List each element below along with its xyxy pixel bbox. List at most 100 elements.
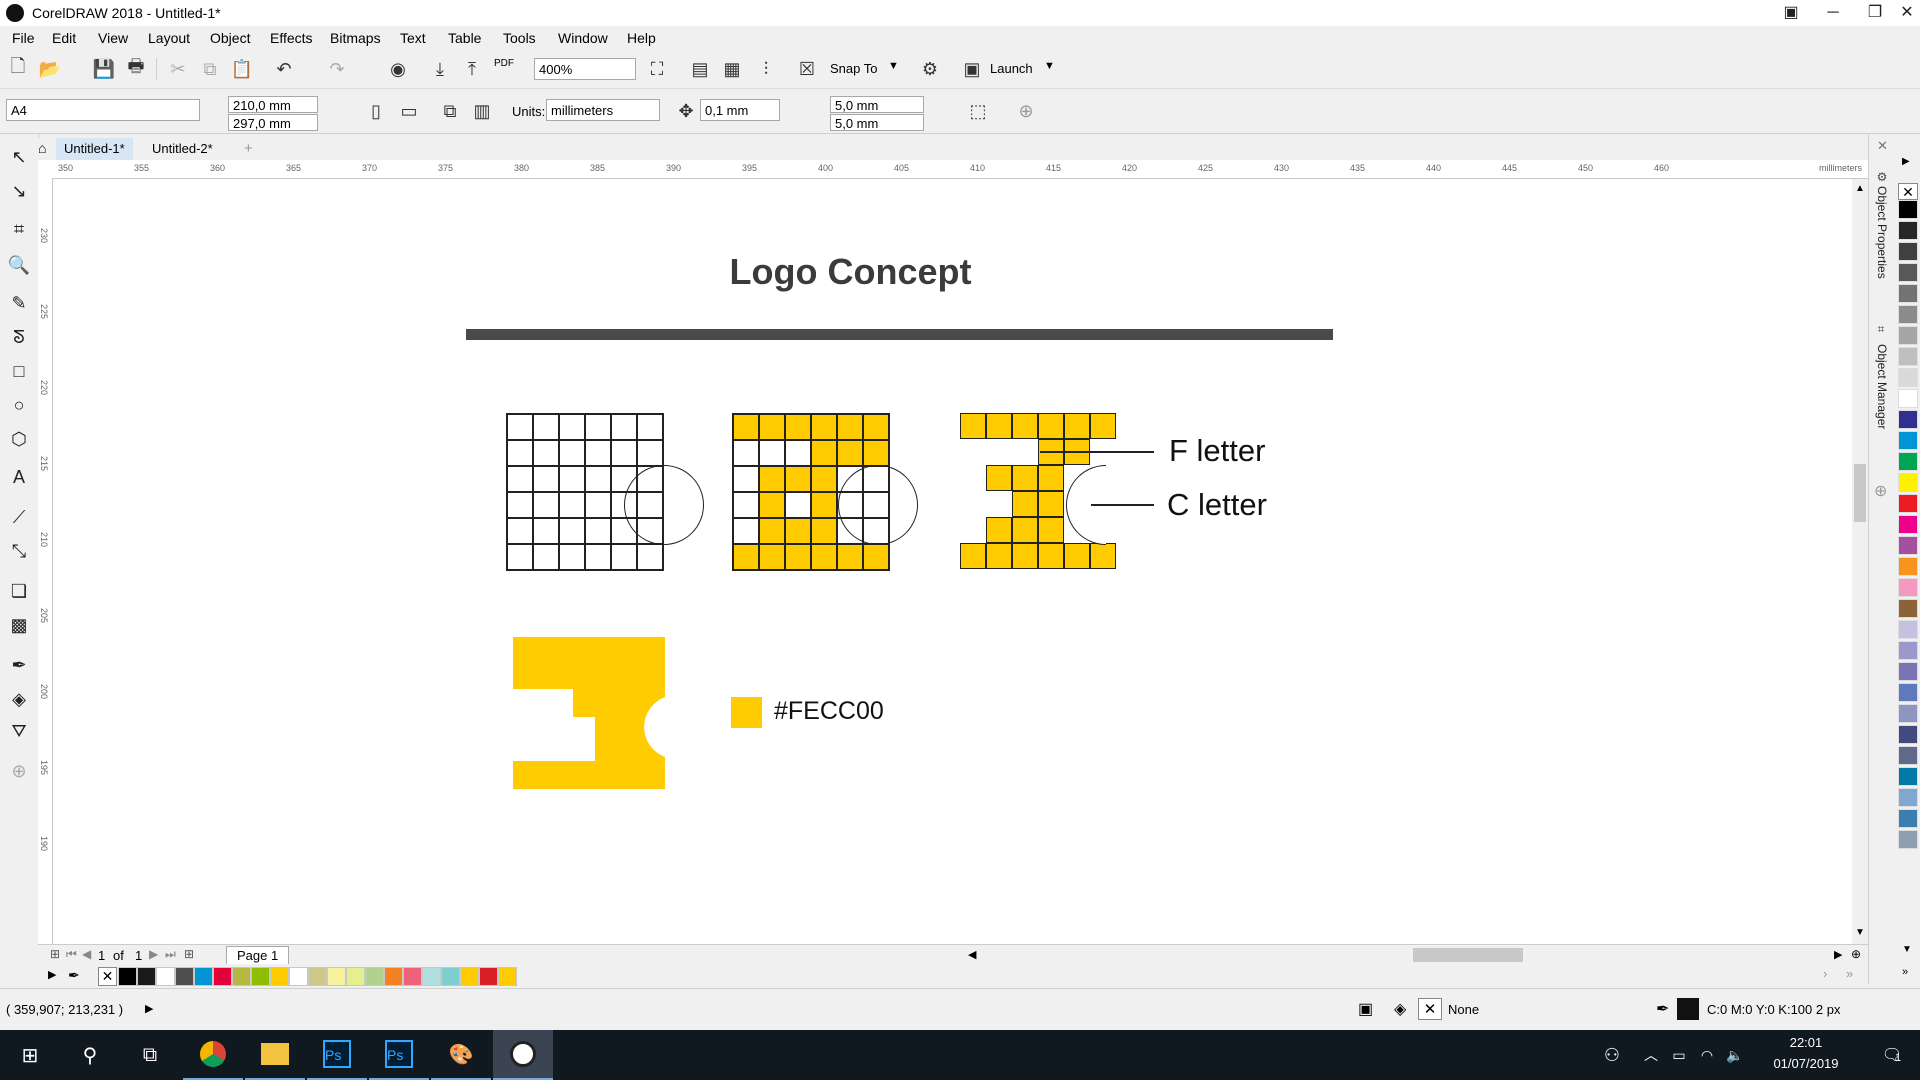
task-view-icon[interactable]: ⧉: [120, 1030, 180, 1080]
palette-swatch[interactable]: [175, 967, 194, 986]
zoom-tool-icon[interactable]: 🔍: [6, 252, 32, 278]
palette-swatch[interactable]: [327, 967, 346, 986]
palette-swatch[interactable]: [346, 967, 365, 986]
palette-swatch[interactable]: [1898, 704, 1918, 723]
chevron-down-icon[interactable]: ▼: [888, 60, 899, 72]
palette-expand-down-icon[interactable]: »: [1902, 966, 1908, 978]
file-explorer-icon[interactable]: [245, 1030, 305, 1080]
h-scroll-thumb[interactable]: [1413, 948, 1523, 962]
palette-swatch[interactable]: [289, 967, 308, 986]
page-height-field[interactable]: 297,0 mm: [228, 114, 318, 131]
add-tool-icon[interactable]: ⊕: [6, 758, 32, 784]
palette-swatch[interactable]: [1898, 242, 1918, 261]
all-pages-icon[interactable]: ⧉: [438, 99, 462, 123]
ellipse-tool-icon[interactable]: ○: [6, 392, 32, 418]
close-docker-icon[interactable]: ✕: [1877, 138, 1888, 154]
menu-object[interactable]: Object: [210, 30, 250, 46]
no-color-swatch[interactable]: ✕: [98, 967, 117, 986]
palette-swatch[interactable]: [1898, 578, 1918, 597]
palette-swatch[interactable]: [156, 967, 175, 986]
import-icon[interactable]: ⤓: [428, 57, 452, 81]
page-1-tab[interactable]: Page 1: [226, 946, 290, 964]
rectangle-tool-icon[interactable]: □: [6, 358, 32, 384]
palette-swatch[interactable]: [1898, 389, 1918, 408]
palette-swatch[interactable]: [137, 967, 156, 986]
palette-swatch[interactable]: [422, 967, 441, 986]
corel-painter-icon[interactable]: 🎨: [431, 1030, 491, 1080]
palette-swatch[interactable]: [479, 967, 498, 986]
palette-swatch[interactable]: [232, 967, 251, 986]
nudge-distance-field[interactable]: 0,1 mm: [700, 99, 780, 121]
palette-swatch[interactable]: [384, 967, 403, 986]
scroll-right-icon[interactable]: ▶: [1834, 948, 1842, 961]
show-hidden-icons-icon[interactable]: ︿: [1636, 1030, 1666, 1080]
print-icon[interactable]: 🖶: [124, 56, 148, 81]
palette-swatch[interactable]: [1898, 515, 1918, 534]
parallel-dimension-icon[interactable]: ⟋: [6, 504, 32, 530]
palette-swatch[interactable]: [1898, 536, 1918, 555]
volume-icon[interactable]: 🔈: [1720, 1030, 1750, 1080]
zoom-navigator-icon[interactable]: ⊕: [1851, 947, 1861, 961]
palette-swatch[interactable]: [1898, 557, 1918, 576]
palette-scroll-right-icon[interactable]: ›: [1823, 966, 1827, 981]
duplicate-y-field[interactable]: 5,0 mm: [830, 114, 924, 131]
text-tool-icon[interactable]: A: [6, 464, 32, 490]
palette-swatch[interactable]: [1898, 641, 1918, 660]
palette-swatch[interactable]: [1898, 725, 1918, 744]
wifi-icon[interactable]: ◠: [1692, 1030, 1722, 1080]
palette-swatch[interactable]: [1898, 200, 1918, 219]
new-document-icon[interactable]: 🗋: [6, 56, 30, 81]
palette-swatch[interactable]: [460, 967, 479, 986]
shape-tool-icon[interactable]: ↘: [6, 178, 32, 204]
palette-swatch[interactable]: [1898, 494, 1918, 513]
photoshop-icon-2[interactable]: Ps: [369, 1030, 429, 1080]
palette-swatch[interactable]: [1898, 683, 1918, 702]
landscape-icon[interactable]: ▭: [397, 99, 421, 123]
clock-date[interactable]: 01/07/2019: [1766, 1056, 1846, 1071]
pick-tool-icon[interactable]: ↖: [6, 144, 32, 170]
page-size-select[interactable]: A4: [6, 99, 200, 121]
open-icon[interactable]: 📂: [38, 57, 62, 81]
connector-tool-icon[interactable]: ⤡: [6, 538, 32, 564]
palette-swatch[interactable]: [251, 967, 270, 986]
palette-swatch[interactable]: [1898, 452, 1918, 471]
palette-options-icon[interactable]: ▶: [1902, 156, 1910, 167]
help-image-icon[interactable]: ▣: [1768, 0, 1814, 26]
palette-swatch[interactable]: [1898, 830, 1918, 849]
scroll-up-icon[interactable]: ▲: [1855, 183, 1865, 194]
launch-button[interactable]: Launch: [990, 61, 1033, 76]
menu-table[interactable]: Table: [448, 30, 481, 46]
search-content-icon[interactable]: ◉: [386, 57, 410, 81]
clock-time[interactable]: 22:01: [1766, 1035, 1846, 1050]
publish-pdf-button[interactable]: PDF: [494, 58, 514, 69]
menu-window[interactable]: Window: [558, 30, 608, 46]
palette-swatch[interactable]: [1898, 599, 1918, 618]
palette-swatch[interactable]: [403, 967, 422, 986]
polygon-tool-icon[interactable]: ⬡: [6, 426, 32, 452]
tab-untitled-2[interactable]: Untitled-2*: [144, 138, 221, 160]
add-icon[interactable]: ⊕: [1014, 99, 1038, 123]
people-icon[interactable]: ⚇: [1582, 1030, 1642, 1080]
crop-tool-icon[interactable]: ⌗: [6, 216, 32, 242]
interactive-fill-icon[interactable]: ◈: [6, 686, 32, 712]
next-page-icon[interactable]: ▶: [149, 947, 158, 961]
search-icon[interactable]: ⚲: [60, 1030, 120, 1080]
palette-swatch[interactable]: [1898, 809, 1918, 828]
menu-text[interactable]: Text: [400, 30, 426, 46]
copy-icon[interactable]: ⧉: [198, 57, 222, 81]
eyedropper-icon[interactable]: ✒: [68, 967, 80, 984]
chevron-down-icon[interactable]: ▼: [1044, 60, 1055, 72]
notifications-icon[interactable]: 🗨: [1862, 1030, 1920, 1080]
smart-fill-icon[interactable]: ⛛: [6, 718, 32, 744]
palette-swatch[interactable]: [308, 967, 327, 986]
palette-swatch[interactable]: [1898, 788, 1918, 807]
palette-swatch[interactable]: [365, 967, 384, 986]
freehand-tool-icon[interactable]: ✎: [6, 290, 32, 316]
save-icon[interactable]: 💾: [92, 57, 116, 81]
menu-effects[interactable]: Effects: [270, 30, 313, 46]
add-docker-icon[interactable]: ⊕: [1874, 481, 1887, 501]
drop-shadow-icon[interactable]: ❏: [6, 578, 32, 604]
portrait-icon[interactable]: ▯: [364, 99, 388, 123]
windows-start-icon[interactable]: ⊞: [0, 1030, 60, 1080]
snap-to-button[interactable]: Snap To: [830, 61, 877, 76]
